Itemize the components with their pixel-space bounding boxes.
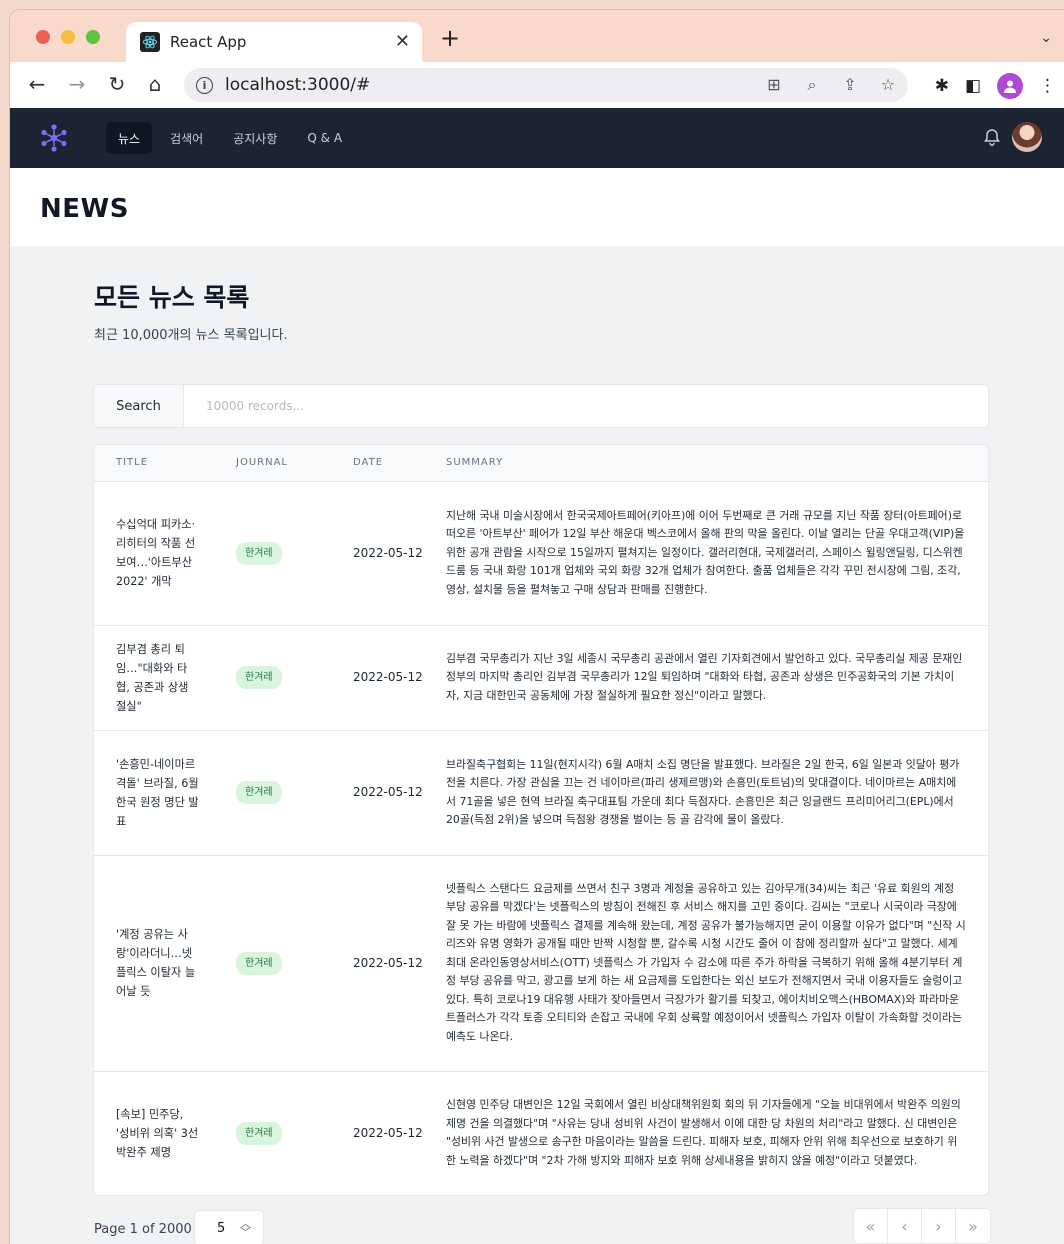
more-menu-icon[interactable]: ⋮: [1039, 76, 1056, 96]
journal-cell: 한겨레: [214, 625, 331, 731]
nav-link-notices[interactable]: 공지사항: [221, 122, 289, 154]
news-title[interactable]: '손흥민-네이마르 격돌' 브라질, 6월 한국 원정 명단 발표: [94, 730, 214, 856]
section-subtitle: 최근 10,000개의 뉴스 목록입니다.: [94, 328, 288, 343]
browser-toolbar: ← → ↻ ⌂ i localhost:3000/# ⊞ ⌕ ⇪ ☆ ✱ ◧ ⋮: [10, 62, 1064, 108]
table-row[interactable]: '계정 공유는 사랑'이라더니…넷플릭스 이탈자 늘어날 듯 한겨레 2022-…: [94, 855, 988, 1072]
prev-page-button[interactable]: ‹: [888, 1209, 922, 1243]
last-page-button[interactable]: »: [956, 1209, 990, 1243]
minimize-window-button[interactable]: [61, 30, 75, 44]
user-avatar[interactable]: [1012, 122, 1042, 152]
table-header-row: TITLE JOURNAL DATE SUMMARY: [94, 445, 988, 482]
nav-link-qa[interactable]: Q & A: [295, 122, 354, 154]
table-row[interactable]: '손흥민-네이마르 격돌' 브라질, 6월 한국 원정 명단 발표 한겨레 20…: [94, 730, 988, 856]
side-panel-icon[interactable]: ◧: [965, 76, 981, 96]
back-arrow-icon[interactable]: ←: [24, 72, 50, 96]
chevron-up-down-icon: ︿ ﹀: [240, 1217, 251, 1239]
address-url: localhost:3000/#: [225, 75, 371, 95]
bell-icon[interactable]: [982, 127, 1002, 147]
page-size-value: 5: [217, 1220, 226, 1236]
journal-cell: 한겨레: [214, 481, 331, 626]
first-page-button[interactable]: «: [854, 1209, 888, 1243]
main-content: 모든 뉴스 목록 최근 10,000개의 뉴스 목록입니다. Search TI…: [10, 246, 1064, 1244]
section-title: 모든 뉴스 목록: [94, 283, 250, 312]
column-header-title[interactable]: TITLE: [94, 445, 214, 482]
page-info: Page 1 of 2000: [94, 1222, 192, 1237]
extensions-icon[interactable]: ✱: [935, 76, 949, 96]
news-date: 2022-05-12: [331, 481, 424, 626]
journal-badge: 한겨레: [236, 1121, 282, 1145]
app-logo-icon[interactable]: [38, 122, 70, 154]
news-date: 2022-05-12: [353, 1125, 423, 1140]
journal-cell: 한겨레: [214, 730, 331, 856]
news-title[interactable]: 김부겸 총리 퇴임…"대화와 타협, 공존과 상생 절실": [94, 625, 214, 731]
profile-avatar-icon[interactable]: [997, 73, 1023, 99]
news-date: 2022-05-12: [331, 855, 424, 1072]
browser-window: React App ✕ + ⌄ ← → ↻ ⌂ i localhost:3000…: [10, 10, 1064, 1244]
column-header-date[interactable]: DATE: [331, 445, 424, 482]
home-icon[interactable]: ⌂: [142, 72, 168, 96]
news-summary: 지난해 국내 미술시장에서 한국국제아트페어(키아프)에 이어 두번째로 큰 거…: [424, 481, 988, 626]
journal-badge: 한겨레: [236, 666, 282, 689]
news-table: TITLE JOURNAL DATE SUMMARY 수십억대 피카소·리히터의…: [93, 444, 989, 1196]
news-date: 2022-05-12: [331, 625, 424, 731]
table-row[interactable]: [속보] 민주당, '성비위 의혹' 3선 박완주 제명 한겨레 2022-05…: [94, 1071, 988, 1195]
site-info-icon[interactable]: i: [196, 76, 213, 94]
journal-badge: 한겨레: [236, 541, 282, 565]
table-row[interactable]: 수십억대 피카소·리히터의 작품 선보여…'아트부산 2022' 개막 한겨레 …: [94, 481, 988, 626]
news-summary: 넷플릭스 스탠다드 요금제를 쓰면서 친구 3명과 계정을 공유하고 있는 김아…: [424, 855, 988, 1072]
address-bar[interactable]: i localhost:3000/# ⊞ ⌕ ⇪ ☆: [184, 68, 908, 102]
react-favicon-icon: [140, 32, 160, 52]
pagination-controls: « ‹ › »: [853, 1208, 991, 1244]
news-date: 2022-05-12: [331, 730, 424, 856]
journal-badge: 한겨레: [236, 951, 282, 975]
search-input[interactable]: [184, 385, 988, 427]
maximize-window-button[interactable]: [86, 30, 100, 44]
zoom-icon[interactable]: ⌕: [802, 75, 822, 95]
column-header-summary[interactable]: SUMMARY: [424, 445, 988, 482]
reload-icon[interactable]: ↻: [104, 72, 130, 96]
news-summary: 브라질축구협회는 11일(현지시각) 6월 A매치 소집 명단을 발표했다. 브…: [424, 730, 988, 856]
page-header: NEWS: [10, 168, 1064, 246]
journal-cell: 한겨레: [214, 855, 331, 1072]
nav-links: 뉴스 검색어 공지사항 Q & A: [106, 122, 354, 154]
share-icon[interactable]: ⇪: [840, 75, 860, 95]
browser-tab[interactable]: React App ✕: [126, 22, 422, 62]
news-summary: 신현영 민주당 대변인은 12일 국회에서 열린 비상대책위원회 회의 뒤 기자…: [446, 1098, 961, 1167]
close-window-button[interactable]: [36, 30, 50, 44]
new-tab-icon[interactable]: +: [440, 24, 460, 52]
translate-icon[interactable]: ⊞: [764, 75, 784, 95]
app-navbar: 뉴스 검색어 공지사항 Q & A: [10, 108, 1064, 168]
news-summary: 김부겸 국무총리가 지난 3일 세종시 국무총리 공관에서 열린 기자회견에서 …: [424, 625, 988, 731]
search-label: Search: [94, 385, 184, 427]
news-title[interactable]: '계정 공유는 사랑'이라더니…넷플릭스 이탈자 늘어날 듯: [94, 855, 214, 1072]
search-bar: Search: [93, 384, 989, 428]
column-header-journal[interactable]: JOURNAL: [214, 445, 331, 482]
tab-title: React App: [170, 33, 247, 51]
page-title: NEWS: [40, 194, 129, 224]
page-size-select[interactable]: 5 ︿ ﹀: [194, 1210, 264, 1244]
forward-arrow-icon[interactable]: →: [64, 72, 90, 96]
news-title[interactable]: 수십억대 피카소·리히터의 작품 선보여…'아트부산 2022' 개막: [94, 481, 214, 626]
bookmark-star-icon[interactable]: ☆: [878, 75, 898, 95]
nav-link-news[interactable]: 뉴스: [106, 122, 153, 154]
browser-tab-bar: React App ✕ + ⌄: [10, 10, 1064, 62]
news-title[interactable]: [속보] 민주당, '성비위 의혹' 3선 박완주 제명: [94, 1071, 214, 1195]
table-row[interactable]: 김부겸 총리 퇴임…"대화와 타협, 공존과 상생 절실" 한겨레 2022-0…: [94, 625, 988, 731]
nav-link-keywords[interactable]: 검색어: [158, 122, 215, 154]
next-page-button[interactable]: ›: [922, 1209, 956, 1243]
chevron-down-icon[interactable]: ⌄: [1040, 30, 1052, 46]
close-tab-icon[interactable]: ✕: [395, 31, 410, 52]
journal-cell: 한겨레: [214, 1071, 331, 1195]
journal-badge: 한겨레: [236, 781, 282, 804]
